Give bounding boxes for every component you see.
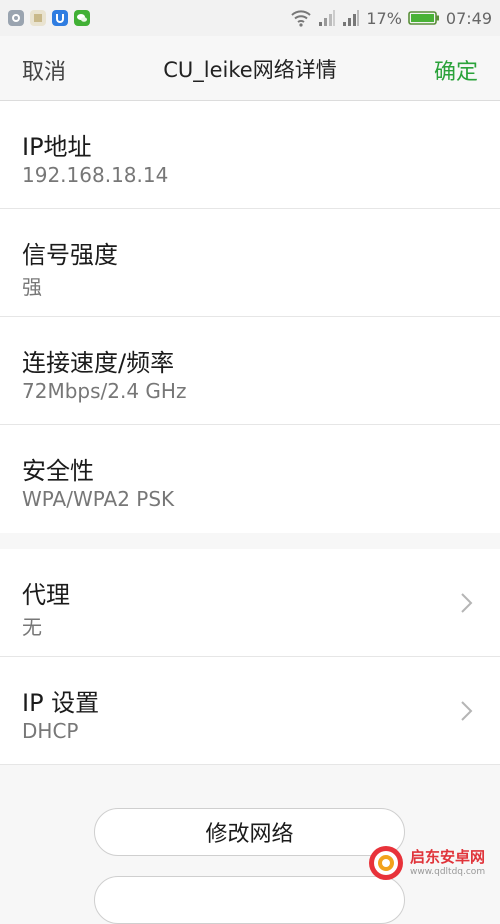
detail-label: 信号强度 bbox=[22, 241, 118, 269]
settings-label: 代理 bbox=[22, 581, 70, 609]
clock: 07:49 bbox=[445, 8, 492, 28]
network-details-group: IP地址 192.168.18.14 信号强度 强 连接速度/频率 72Mbps… bbox=[0, 101, 500, 533]
chevron-right-icon bbox=[461, 593, 473, 613]
watermark: 启东安卓网 www.qdltdq.com bbox=[368, 843, 492, 883]
modify-network-button[interactable]: 修改网络 bbox=[94, 808, 405, 856]
qq-icon bbox=[8, 10, 24, 26]
settings-item-ip-settings[interactable]: IP 设置 DHCP bbox=[0, 657, 500, 765]
battery-percent: 17% bbox=[366, 8, 402, 28]
settings-label: IP 设置 bbox=[22, 689, 100, 717]
detail-label: 连接速度/频率 bbox=[22, 349, 175, 377]
settings-value: 无 bbox=[22, 615, 42, 639]
detail-item-link-speed: 连接速度/频率 72Mbps/2.4 GHz bbox=[0, 317, 500, 425]
battery-icon bbox=[408, 11, 439, 25]
page-title: CU_leike网络详情 bbox=[163, 58, 337, 82]
detail-item-ip-address: IP地址 192.168.18.14 bbox=[0, 101, 500, 209]
confirm-button[interactable]: 确定 bbox=[434, 54, 478, 86]
wifi-icon bbox=[291, 10, 312, 27]
notification-icon bbox=[30, 10, 46, 26]
signal-icon bbox=[319, 10, 336, 26]
detail-value: 强 bbox=[22, 275, 42, 299]
detail-value: 192.168.18.14 bbox=[22, 163, 169, 187]
header-bar: 取消 CU_leike网络详情 确定 bbox=[0, 36, 500, 101]
status-bar: 17% 07:49 bbox=[0, 0, 500, 36]
settings-item-proxy[interactable]: 代理 无 bbox=[0, 549, 500, 657]
secondary-button[interactable] bbox=[94, 876, 405, 924]
network-settings-group: 代理 无 IP 设置 DHCP bbox=[0, 549, 500, 765]
status-bar-notifications bbox=[8, 10, 90, 26]
detail-item-signal-strength: 信号强度 强 bbox=[0, 209, 500, 317]
watermark-name: 启东安卓网 bbox=[410, 847, 486, 866]
detail-item-security: 安全性 WPA/WPA2 PSK bbox=[0, 425, 500, 533]
detail-value: 72Mbps/2.4 GHz bbox=[22, 379, 187, 403]
chevron-right-icon bbox=[461, 701, 473, 721]
watermark-logo-icon bbox=[369, 846, 403, 880]
watermark-url: www.qdltdq.com bbox=[410, 866, 486, 877]
detail-value: WPA/WPA2 PSK bbox=[22, 487, 175, 511]
settings-value: DHCP bbox=[22, 719, 79, 743]
app-u-icon bbox=[52, 10, 68, 26]
detail-label: IP地址 bbox=[22, 133, 92, 161]
status-bar-system: 17% 07:49 bbox=[290, 9, 492, 28]
detail-label: 安全性 bbox=[22, 457, 94, 485]
wechat-icon bbox=[74, 10, 90, 26]
signal-icon bbox=[343, 10, 360, 26]
